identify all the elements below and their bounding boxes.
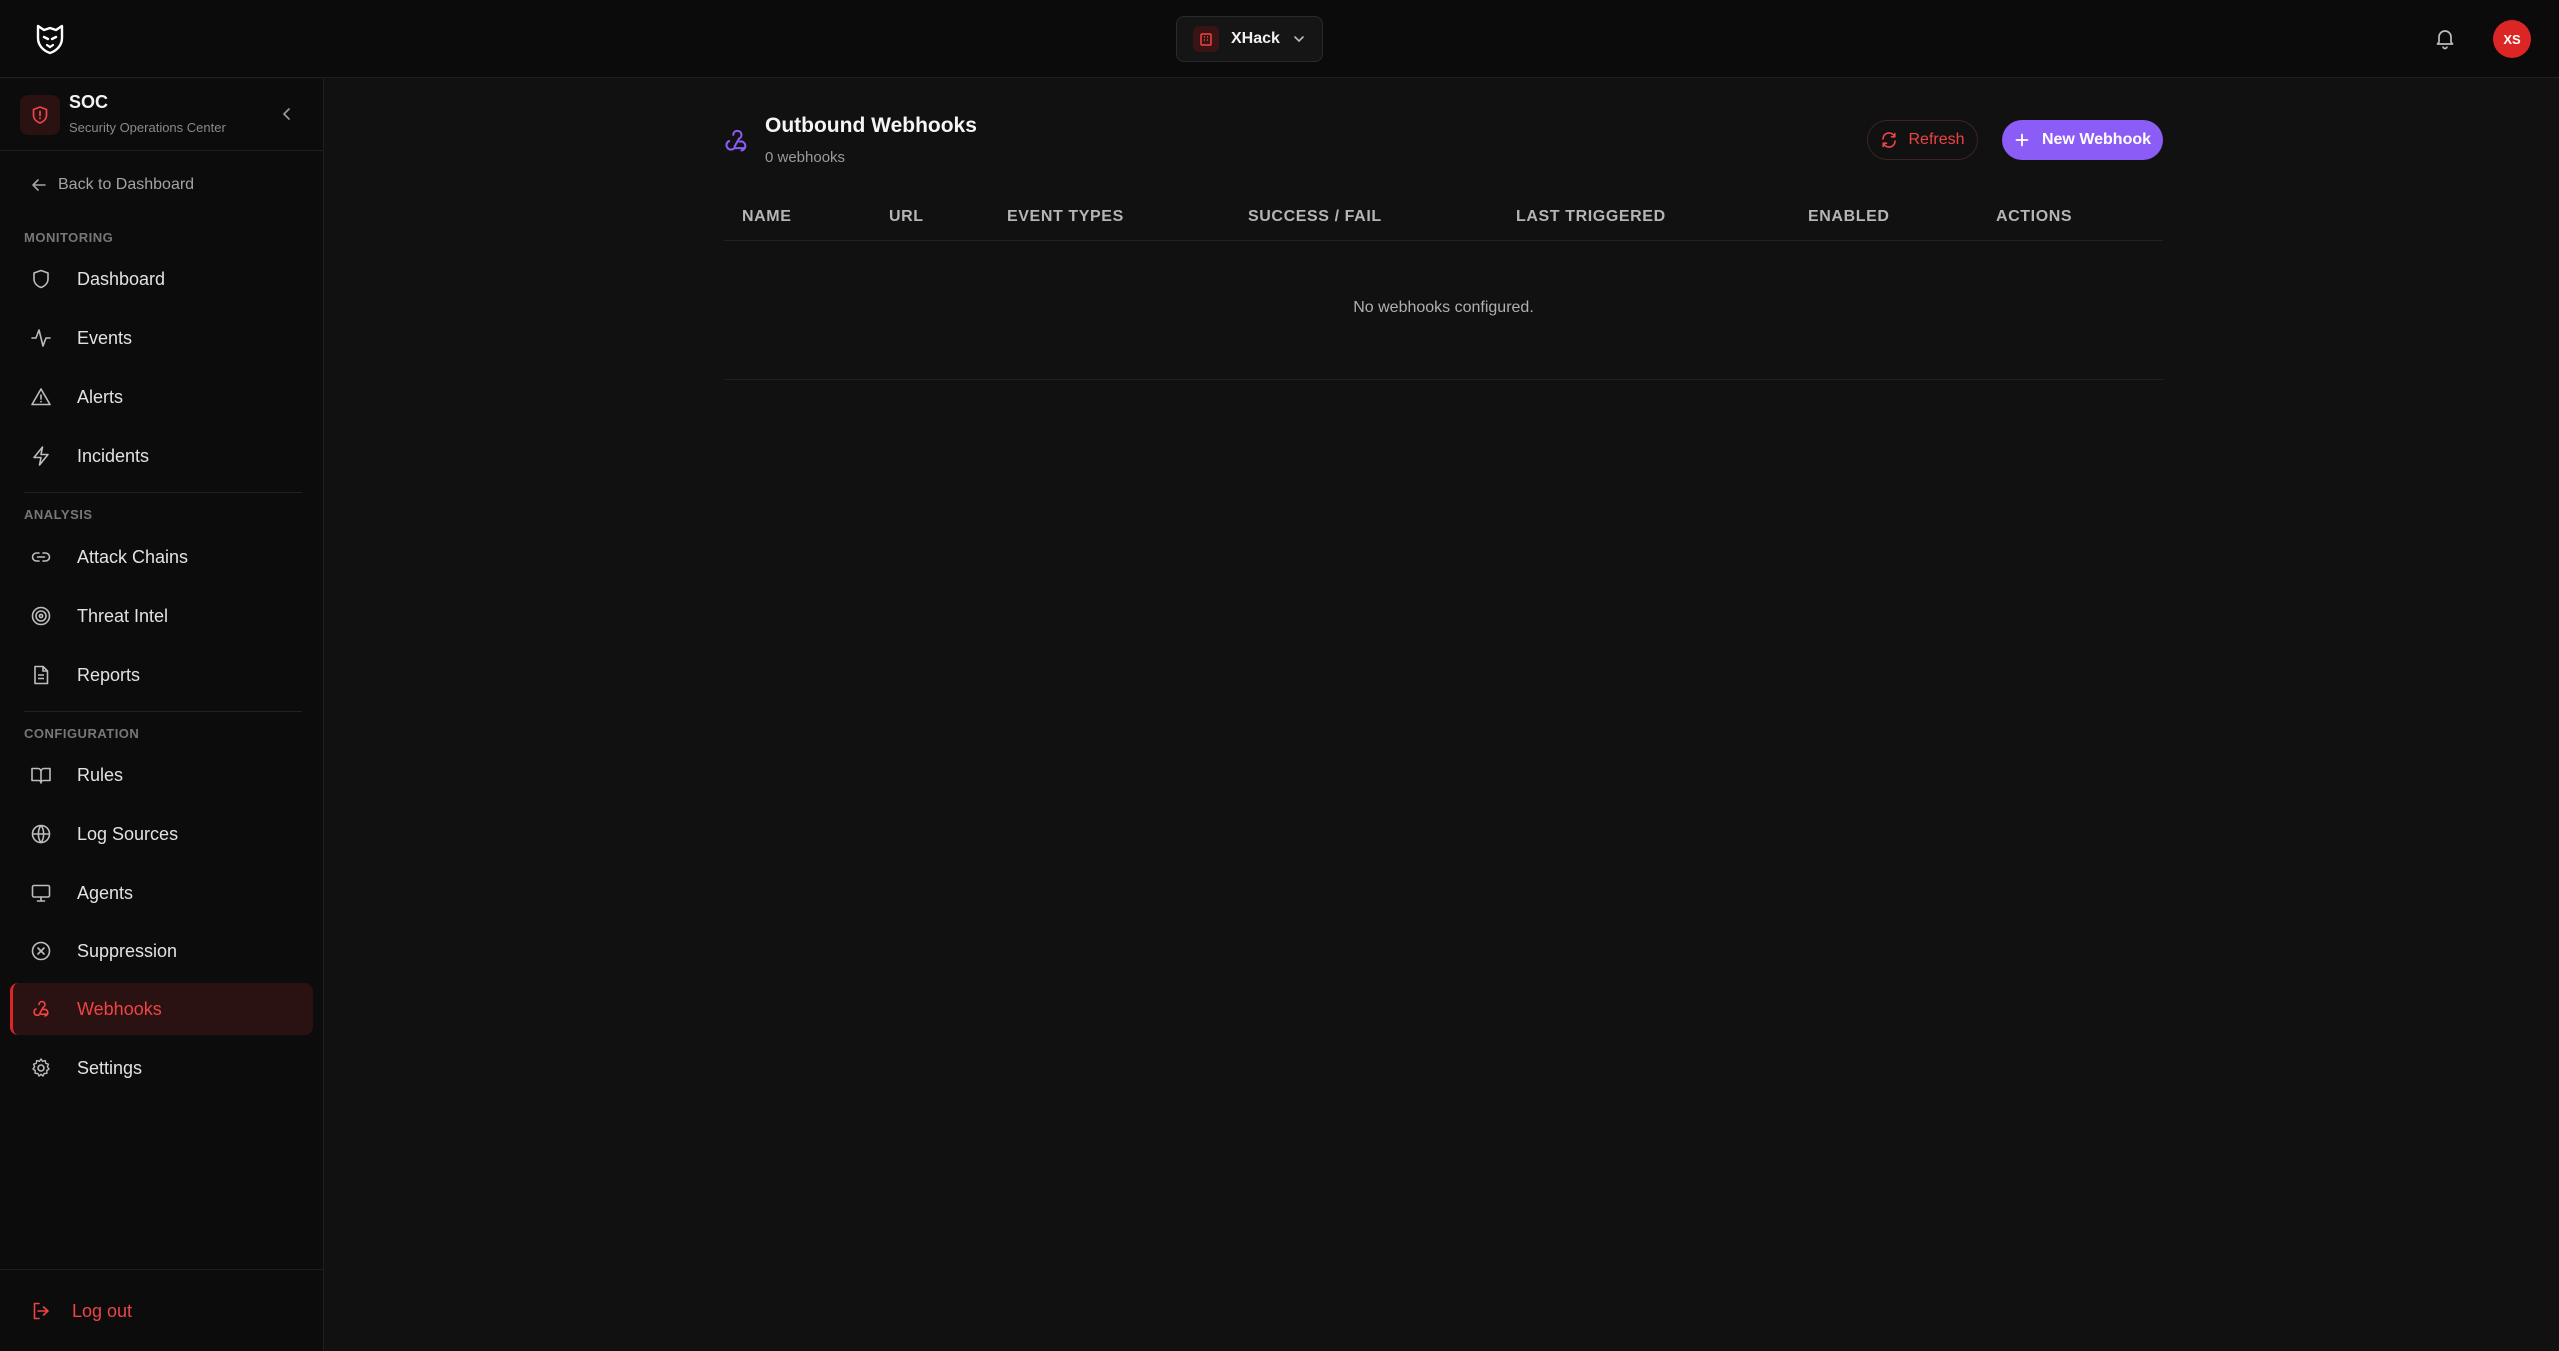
section-divider: [24, 711, 302, 712]
sidebar-item-label: Rules: [77, 764, 124, 785]
sidebar-item-alerts[interactable]: Alerts: [10, 371, 313, 423]
webhook-icon: [30, 998, 52, 1020]
section-divider: [24, 492, 302, 493]
column-header-enabled[interactable]: ENABLED: [1808, 208, 1890, 226]
section-label-monitoring: MONITORING: [24, 230, 114, 245]
column-header-url[interactable]: URL: [889, 208, 924, 226]
zap-icon: [30, 445, 52, 467]
x-circle-icon: [30, 940, 52, 962]
bell-icon[interactable]: [2432, 25, 2458, 51]
page-title: Outbound Webhooks: [765, 114, 977, 137]
sidebar-subtitle: Security Operations Center: [69, 120, 226, 135]
section-label-analysis: ANALYSIS: [24, 507, 93, 522]
sidebar-item-incidents[interactable]: Incidents: [10, 430, 313, 482]
globe-icon: [30, 823, 52, 845]
back-to-dashboard-link[interactable]: Back to Dashboard: [30, 173, 194, 197]
sidebar-item-label: Reports: [77, 664, 141, 685]
monitor-icon: [30, 882, 52, 904]
table-header: NAME URL EVENT TYPES SUCCESS / FAIL LAST…: [724, 196, 2163, 241]
sidebar-item-label: Events: [77, 327, 133, 348]
sidebar-item-label: Log Sources: [77, 823, 179, 844]
back-to-dashboard-label: Back to Dashboard: [58, 176, 195, 193]
app-logo-icon[interactable]: [32, 20, 68, 56]
sidebar-item-label: Threat Intel: [77, 605, 169, 626]
alert-triangle-icon: [30, 386, 52, 408]
empty-state-text: No webhooks configured.: [1353, 299, 1534, 316]
org-name: XHack: [1231, 30, 1280, 47]
logout-button[interactable]: Log out: [30, 1298, 132, 1324]
book-open-icon: [30, 764, 52, 786]
arrow-left-icon: [30, 176, 48, 194]
sidebar-item-label: Webhooks: [77, 998, 162, 1019]
refresh-label: Refresh: [1908, 131, 1965, 148]
org-switcher[interactable]: XHack: [1176, 16, 1323, 62]
logout-icon: [30, 1300, 52, 1322]
column-header-success-fail[interactable]: SUCCESS / FAIL: [1248, 208, 1382, 226]
shield-alert-icon: [20, 95, 60, 135]
column-header-last-triggered[interactable]: LAST TRIGGERED: [1516, 208, 1666, 226]
webhook-icon: [721, 126, 751, 156]
chevron-left-icon[interactable]: [276, 103, 298, 125]
sidebar-footer-divider: [0, 1269, 323, 1270]
sidebar-item-label: Incidents: [77, 445, 150, 466]
webhooks-table: NAME URL EVENT TYPES SUCCESS / FAIL LAST…: [724, 196, 2163, 385]
column-header-name[interactable]: NAME: [742, 208, 792, 226]
logout-label: Log out: [72, 1300, 133, 1321]
file-text-icon: [30, 664, 52, 686]
new-webhook-button[interactable]: New Webhook: [2002, 120, 2163, 160]
building-icon: [1193, 26, 1219, 52]
sidebar-item-label: Agents: [77, 882, 134, 903]
sidebar-item-log-sources[interactable]: Log Sources: [10, 808, 313, 860]
sidebar-item-settings[interactable]: Settings: [10, 1042, 313, 1094]
refresh-icon: [1880, 131, 1898, 149]
sidebar-item-attack-chains[interactable]: Attack Chains: [10, 531, 313, 583]
chevron-down-icon: [1292, 32, 1306, 46]
avatar[interactable]: XS: [2493, 20, 2531, 58]
sidebar-item-suppression[interactable]: Suppression: [10, 925, 313, 977]
sidebar-item-reports[interactable]: Reports: [10, 649, 313, 701]
target-icon: [30, 605, 52, 627]
section-label-configuration: CONFIGURATION: [24, 726, 140, 741]
sidebar-item-dashboard[interactable]: Dashboard: [10, 253, 313, 305]
plus-icon: [2014, 132, 2030, 148]
sidebar-item-agents[interactable]: Agents: [10, 867, 313, 919]
top-bar: XHack XS: [0, 0, 2559, 78]
sidebar-item-events[interactable]: Events: [10, 312, 313, 364]
sidebar-item-label: Attack Chains: [77, 546, 189, 567]
sidebar-item-webhooks[interactable]: Webhooks: [10, 983, 313, 1035]
sidebar-item-label: Suppression: [77, 940, 178, 961]
sidebar-item-label: Settings: [77, 1057, 143, 1078]
table-empty-row: No webhooks configured.: [724, 242, 2163, 380]
sidebar-title: SOC: [69, 92, 109, 112]
activity-icon: [30, 327, 52, 349]
new-webhook-label: New Webhook: [2041, 131, 2152, 148]
column-header-event-types[interactable]: EVENT TYPES: [1007, 208, 1124, 226]
sidebar: SOC Security Operations Center Back to D…: [0, 79, 324, 1351]
link-icon: [30, 546, 52, 568]
column-header-actions: ACTIONS: [1996, 208, 2073, 225]
sidebar-item-label: Dashboard: [77, 268, 166, 289]
gear-icon: [30, 1057, 52, 1079]
sidebar-item-threat-intel[interactable]: Threat Intel: [10, 590, 313, 642]
webhook-count: 0 webhooks: [765, 149, 846, 166]
shield-icon: [30, 268, 52, 290]
sidebar-item-rules[interactable]: Rules: [10, 749, 313, 801]
sidebar-item-label: Alerts: [77, 386, 124, 407]
sidebar-header: SOC Security Operations Center: [0, 79, 323, 151]
refresh-button[interactable]: Refresh: [1867, 120, 1978, 160]
